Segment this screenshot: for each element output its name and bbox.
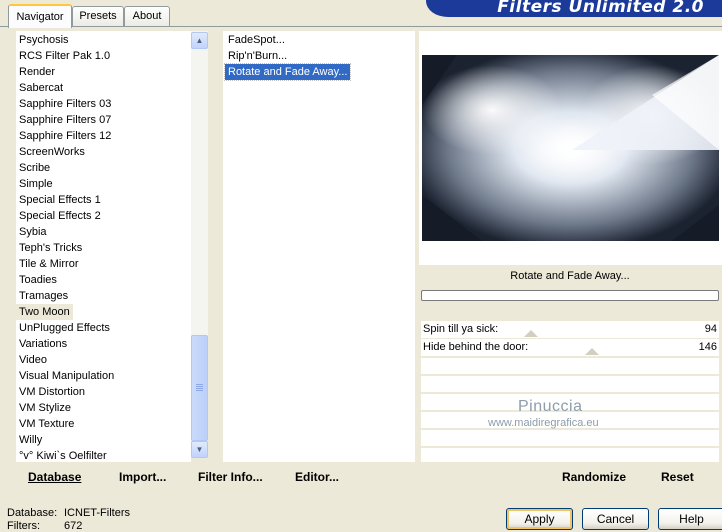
category-item[interactable]: Sabercat: [16, 80, 66, 96]
database-status-label: Database:: [7, 507, 58, 519]
filter-info-button[interactable]: Filter Info...: [198, 470, 263, 484]
category-item[interactable]: Toadies: [16, 272, 60, 288]
tab-presets[interactable]: Presets: [72, 6, 124, 26]
category-list[interactable]: Psychosis RCS Filter Pak 1.0 Render Saberca…: [16, 31, 191, 462]
filter-name-label: Rotate and Fade Away...: [510, 270, 630, 282]
help-button[interactable]: Help: [658, 508, 722, 530]
param-slot: [421, 376, 719, 392]
randomize-button[interactable]: Randomize: [562, 470, 626, 484]
scroll-down-button[interactable]: ▼: [191, 441, 208, 458]
category-item[interactable]: Render: [16, 64, 58, 80]
filter-item[interactable]: Rip'n'Burn...: [225, 48, 290, 64]
category-item[interactable]: Visual Manipulation: [16, 368, 117, 384]
category-item[interactable]: VM Texture: [16, 416, 77, 432]
slider-thumb[interactable]: [524, 330, 538, 337]
scroll-thumb[interactable]: [191, 335, 208, 441]
category-item[interactable]: Sapphire Filters 07: [16, 112, 114, 128]
category-item[interactable]: Sapphire Filters 03: [16, 96, 114, 112]
param-spin[interactable]: Spin till ya sick: 94: [421, 321, 719, 338]
category-scrollbar[interactable]: ▲ ▼: [191, 31, 208, 458]
database-status-value: ICNET-Filters: [64, 507, 130, 519]
cancel-button[interactable]: Cancel: [582, 508, 649, 530]
filter-item[interactable]: FadeSpot...: [225, 32, 288, 48]
category-item[interactable]: Psychosis: [16, 32, 72, 48]
database-button[interactable]: Database: [28, 470, 81, 484]
category-item[interactable]: RCS Filter Pak 1.0: [16, 48, 113, 64]
category-item[interactable]: VM Distortion: [16, 384, 88, 400]
param-value: 146: [698, 341, 717, 353]
param-label: Hide behind the door:: [423, 341, 529, 353]
category-item[interactable]: Variations: [16, 336, 70, 352]
watermark-name: Pinuccia: [518, 398, 583, 415]
param-value: 94: [704, 323, 717, 335]
filter-list[interactable]: FadeSpot... Rip'n'Burn... Rotate and Fade …: [223, 31, 415, 462]
tab-navigator[interactable]: Navigator: [8, 4, 72, 28]
param-label: Spin till ya sick:: [423, 323, 499, 335]
category-item[interactable]: Two Moon: [16, 304, 73, 320]
scroll-up-button[interactable]: ▲: [191, 32, 208, 49]
category-item[interactable]: Teph's Tricks: [16, 240, 85, 256]
category-item[interactable]: Special Effects 1: [16, 192, 104, 208]
category-item[interactable]: Sybia: [16, 224, 50, 240]
slider-thumb[interactable]: [585, 348, 599, 355]
import-button[interactable]: Import...: [119, 470, 166, 484]
category-item[interactable]: Sapphire Filters 12: [16, 128, 114, 144]
category-item[interactable]: Willy: [16, 432, 45, 448]
filter-item[interactable]: Rotate and Fade Away...: [223, 63, 352, 81]
editor-button[interactable]: Editor...: [295, 470, 339, 484]
category-item[interactable]: Video: [16, 352, 50, 368]
param-slot: [421, 448, 719, 462]
apply-button[interactable]: Apply: [506, 508, 573, 530]
category-item[interactable]: Special Effects 2: [16, 208, 104, 224]
category-item[interactable]: Tile & Mirror: [16, 256, 81, 272]
category-item[interactable]: Scribe: [16, 160, 53, 176]
param-slot: [421, 358, 719, 374]
tab-about[interactable]: About: [124, 6, 170, 26]
category-item[interactable]: UnPlugged Effects: [16, 320, 113, 336]
param-hide[interactable]: Hide behind the door: 146: [421, 339, 719, 356]
param-slot: [421, 430, 719, 446]
filters-count-value: 672: [64, 520, 83, 532]
reset-button[interactable]: Reset: [661, 470, 694, 484]
category-item[interactable]: Tramages: [16, 288, 71, 304]
progress-bar: [421, 290, 719, 301]
tab-divider: [0, 26, 722, 27]
watermark-url: www.maidiregrafica.eu: [488, 417, 599, 429]
filters-count-label: Filters:: [7, 520, 40, 532]
category-item[interactable]: °v° Kiwi`s Oelfilter: [16, 448, 110, 464]
category-item[interactable]: Simple: [16, 176, 56, 192]
preview-image[interactable]: [422, 55, 719, 241]
app-title-banner: Filters Unlimited 2.0: [426, 0, 722, 17]
category-item[interactable]: VM Stylize: [16, 400, 74, 416]
category-item[interactable]: ScreenWorks: [16, 144, 88, 160]
